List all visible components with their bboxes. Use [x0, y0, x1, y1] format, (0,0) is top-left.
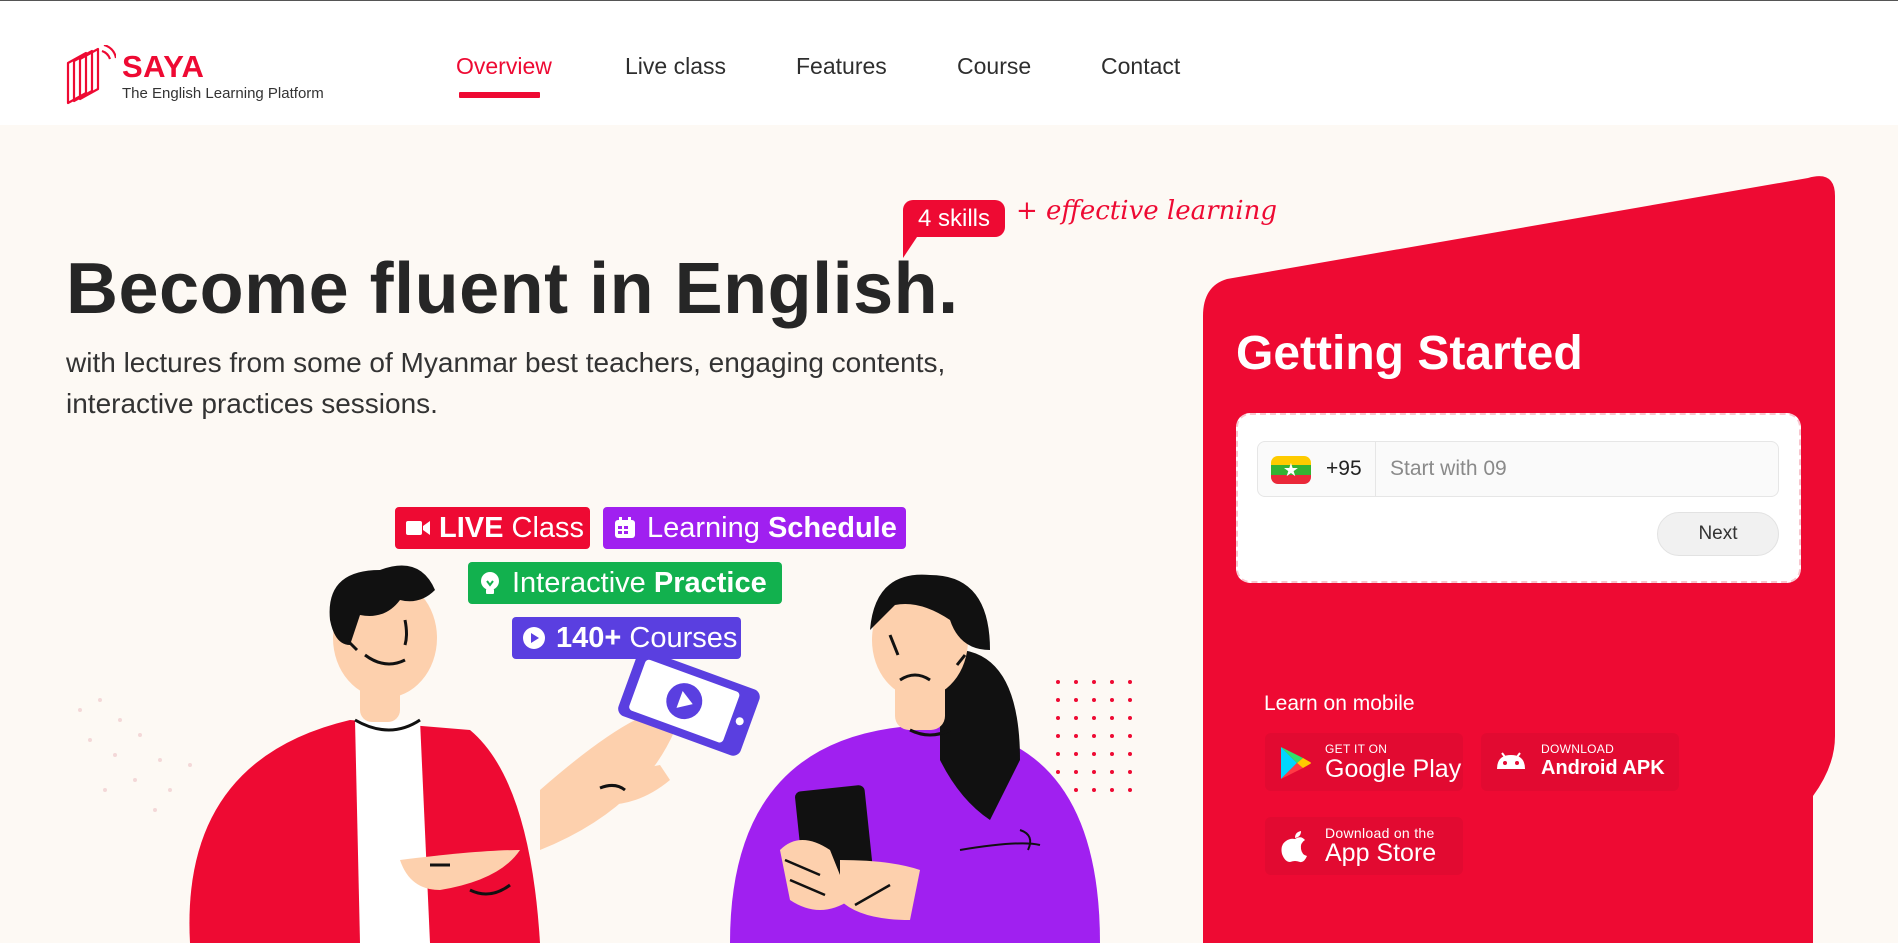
android-icon [1497, 752, 1525, 769]
badge-live-bold: LIVE [439, 512, 504, 544]
nav-contact[interactable]: Contact [1101, 53, 1180, 80]
dot-pattern-right [1056, 680, 1132, 792]
badge-practice-text: Interactive [512, 567, 646, 599]
badge-live-class: LIVE Class [395, 507, 590, 549]
google-play-big: Google Play [1325, 755, 1462, 783]
video-camera-icon [406, 521, 430, 535]
hero-title: Become fluent in English. [66, 249, 959, 329]
country-code[interactable]: +95 [1326, 457, 1362, 481]
lightbulb-icon [481, 572, 499, 594]
google-play-icon [1281, 747, 1311, 779]
badge-courses-text: Courses [629, 622, 738, 654]
getting-started-title: Getting Started [1236, 327, 1583, 380]
google-play-button[interactable]: GET IT ON Google Play [1265, 733, 1463, 791]
android-apk-button[interactable]: DOWNLOAD Android APK [1481, 733, 1679, 791]
android-apk-small: DOWNLOAD [1541, 742, 1615, 756]
google-play-small: GET IT ON [1325, 742, 1388, 756]
phone-number-input[interactable] [1376, 442, 1776, 496]
hero-subtitle: with lectures from some of Myanmar best … [66, 347, 946, 419]
calendar-icon [615, 517, 635, 538]
nav-course[interactable]: Course [957, 53, 1031, 80]
badge-schedule-bold: Schedule [767, 512, 897, 544]
badge-courses: 140+ Courses [512, 617, 741, 659]
learn-on-mobile-heading: Learn on mobile [1264, 692, 1415, 715]
app-store-button[interactable]: Download on the App Store [1265, 817, 1463, 875]
skills-bubble: 4 skills [903, 200, 1005, 237]
saya-logo[interactable]: SAYA The English Learning Platform [64, 45, 364, 107]
signup-form [1236, 413, 1801, 583]
apple-icon [1281, 831, 1307, 863]
woman-figure [730, 574, 1100, 943]
badge-courses-bold: 140+ [556, 622, 622, 654]
nav-live-class[interactable]: Live class [625, 53, 726, 80]
active-nav-indicator [459, 92, 540, 98]
nav-features[interactable]: Features [796, 53, 887, 80]
android-apk-big: Android APK [1541, 757, 1665, 779]
dot-pattern-left [78, 698, 192, 812]
badge-live-text: Class [511, 512, 585, 544]
play-circle-icon [523, 627, 545, 649]
brand-tagline: The English Learning Platform [122, 85, 324, 102]
saya-logo-icon [66, 45, 116, 105]
badge-learning-schedule: Learning Schedule [603, 507, 906, 549]
myanmar-flag-icon[interactable]: ★ [1271, 456, 1311, 484]
badge-interactive-practice: Interactive Practice [468, 562, 782, 604]
brand-name: SAYA [122, 49, 205, 84]
badge-schedule-text: Learning [647, 512, 760, 544]
nav-overview[interactable]: Overview [456, 53, 552, 80]
badge-practice-bold: Practice [653, 567, 767, 599]
app-store-big: App Store [1325, 839, 1437, 867]
phone-field: ★ +95 [1257, 441, 1779, 497]
site-header: SAYA The English Learning Platform Overv… [0, 1, 1898, 125]
next-button[interactable]: Next [1657, 512, 1779, 556]
